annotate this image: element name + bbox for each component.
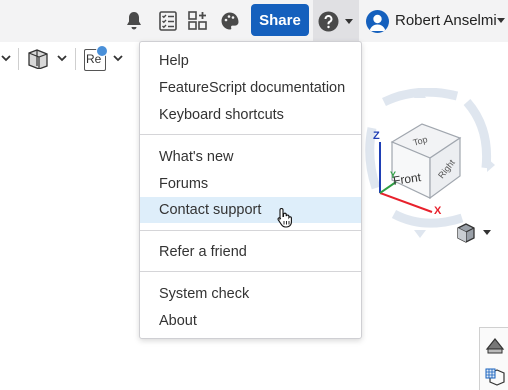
toolbar-divider: [75, 48, 76, 70]
view-options-caret-icon[interactable]: [483, 230, 491, 235]
app-store-icon[interactable]: [186, 9, 210, 33]
help-menu-button[interactable]: [313, 0, 359, 42]
view-cube[interactable]: Top Front Right Z Y X: [362, 87, 508, 248]
help-dropdown-menu: Help FeatureScript documentation Keyboar…: [139, 41, 362, 339]
share-button[interactable]: Share: [251, 4, 309, 36]
menu-item-whats-new[interactable]: What's new: [140, 144, 361, 170]
user-menu-caret-icon[interactable]: [497, 18, 505, 23]
checklist-icon[interactable]: [156, 9, 180, 33]
view-cube-graphic: [365, 87, 495, 238]
caret-down-icon: [345, 19, 353, 24]
menu-item-help[interactable]: Help: [140, 48, 361, 74]
question-circle-icon: [318, 11, 339, 32]
palette-icon[interactable]: [218, 9, 242, 33]
parts-grid-icon[interactable]: [485, 368, 505, 388]
section-view-icon[interactable]: [27, 49, 49, 69]
top-bar: Share Robert Anselmi: [0, 0, 508, 42]
chevron-down-icon[interactable]: [57, 55, 67, 62]
chevron-down-icon[interactable]: [113, 55, 123, 62]
view-options-cube-icon[interactable]: [455, 222, 477, 244]
x-axis-label: X: [434, 205, 442, 217]
graphics-toolbar: Re: [0, 42, 140, 76]
toolbar-divider: [18, 48, 19, 70]
menu-divider: [140, 134, 361, 135]
render-icon[interactable]: Re: [84, 45, 108, 71]
hand-pointer-cursor-icon: [277, 207, 292, 228]
bell-icon[interactable]: [122, 9, 146, 33]
avatar[interactable]: [366, 10, 389, 33]
menu-divider: [140, 271, 361, 272]
chevron-down-icon[interactable]: [1, 55, 11, 62]
user-name[interactable]: Robert Anselmi: [395, 12, 497, 29]
menu-item-refer-a-friend[interactable]: Refer a friend: [140, 239, 361, 265]
appearance-panel-icon[interactable]: [485, 336, 505, 354]
user-icon: [369, 14, 386, 31]
menu-item-keyboard-shortcuts[interactable]: Keyboard shortcuts: [140, 102, 361, 128]
menu-item-about[interactable]: About: [140, 308, 361, 334]
menu-item-featurescript-docs[interactable]: FeatureScript documentation: [140, 75, 361, 101]
render-badge-dot: [96, 45, 108, 57]
menu-item-contact-support[interactable]: Contact support: [140, 197, 361, 223]
z-axis-label: Z: [373, 130, 380, 142]
menu-item-system-check[interactable]: System check: [140, 281, 361, 307]
menu-divider: [140, 230, 361, 231]
y-axis-label: Y: [390, 170, 397, 180]
menu-item-forums[interactable]: Forums: [140, 171, 361, 197]
side-panel: [479, 327, 508, 390]
